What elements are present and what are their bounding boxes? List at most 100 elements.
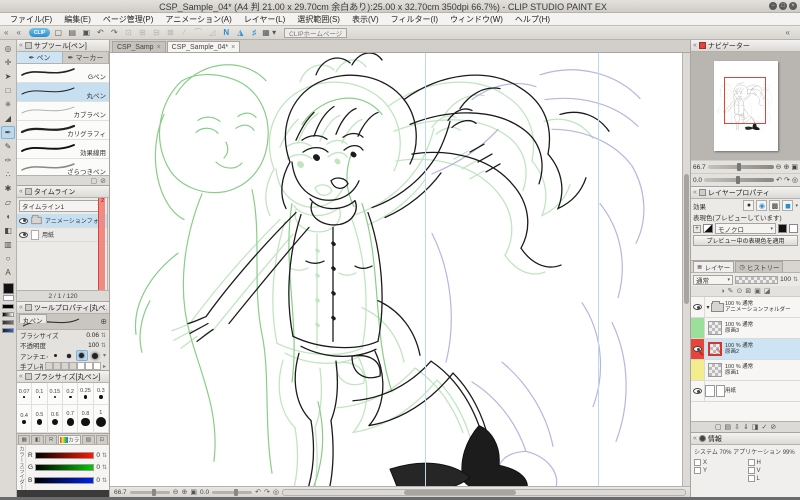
- antialias-option-0[interactable]: [50, 350, 62, 361]
- lock-layer-icon[interactable]: ⊠: [745, 287, 751, 295]
- rotation-slider[interactable]: [212, 491, 252, 494]
- menu-item-2[interactable]: ページ管理(P): [97, 14, 160, 25]
- fit-to-screen-icon[interactable]: ▣: [190, 488, 197, 496]
- navigator-view-frame[interactable]: [724, 77, 766, 124]
- zoom-percent-value[interactable]: 66.7: [114, 489, 127, 496]
- menu-item-0[interactable]: ファイル(F): [4, 14, 58, 25]
- onion-skin-icon[interactable]: ⊙: [737, 287, 743, 295]
- stabilization-slider[interactable]: [45, 362, 101, 370]
- layer-row-原画3[interactable]: 100 % 通常原画3: [691, 318, 800, 339]
- layer-opacity-slider[interactable]: [735, 276, 778, 284]
- navigator-rotation-slider[interactable]: [704, 178, 774, 182]
- minimize-button[interactable]: −: [769, 2, 777, 10]
- panel-collapse-icon[interactable]: «: [693, 42, 697, 49]
- color-mode-dropdown[interactable]: モノクロ ▾: [715, 223, 776, 234]
- panel-collapse-icon[interactable]: «: [19, 304, 23, 311]
- close-tab-icon[interactable]: ×: [157, 44, 161, 51]
- layers-tab-1[interactable]: ◷ヒストリー: [735, 261, 783, 272]
- navigator-rotate-cw-icon[interactable]: ↷: [784, 176, 790, 184]
- stabilization-segment[interactable]: [69, 362, 77, 370]
- maximize-button[interactable]: □: [779, 2, 787, 10]
- timeline-selector[interactable]: タイムライン1 ▼: [19, 200, 105, 212]
- timeline-row-1[interactable]: 用紙: [17, 228, 107, 242]
- delete-layer-icon[interactable]: ⊘: [770, 423, 776, 431]
- gradient-swatch-bw[interactable]: [2, 312, 14, 317]
- antialias-option-1[interactable]: [63, 350, 75, 361]
- open-file-button[interactable]: ▤: [66, 27, 78, 38]
- stabilization-segment[interactable]: [93, 362, 101, 370]
- layer-row-原画2[interactable]: ✎✎100 % 通常原画2: [691, 339, 800, 360]
- opacity-stepper[interactable]: ⇅: [101, 342, 106, 349]
- navigator-fit-icon[interactable]: ▣: [791, 163, 798, 171]
- transfer-layer-icon[interactable]: ⇩: [734, 423, 740, 431]
- apply-expression-color-button[interactable]: プレビュー中の表現色を適用: [693, 235, 798, 246]
- toolbar-section-collapse-icon[interactable]: «: [16, 28, 20, 37]
- stabilization-segment[interactable]: [85, 362, 93, 370]
- subtool-tab-1[interactable]: ✒マーカー: [63, 52, 109, 63]
- blend-mode-dropdown[interactable]: 通常 ▾: [693, 275, 733, 285]
- brush-size-stepper[interactable]: ⇅: [101, 332, 106, 339]
- rotate-ccw-icon[interactable]: ↶: [255, 488, 261, 496]
- horizontal-scrollbar[interactable]: [282, 489, 686, 496]
- gradient-tool[interactable]: ▥: [1, 238, 15, 251]
- menu-item-6[interactable]: 表示(V): [346, 14, 385, 25]
- layer-row-原画1[interactable]: 100 % 通常原画1: [691, 360, 800, 381]
- color-tab-4[interactable]: ▨: [82, 435, 94, 444]
- rotate-cw-icon[interactable]: ↷: [264, 488, 270, 496]
- operation-tool[interactable]: ➤: [1, 70, 15, 83]
- opacity-value[interactable]: 100: [88, 342, 99, 349]
- timeline-frame-area[interactable]: 1 2: [108, 198, 109, 290]
- navigator-zoom-slider[interactable]: [708, 165, 774, 169]
- sub-color-swatch[interactable]: [3, 295, 14, 301]
- zoom-out-icon[interactable]: ⊖: [173, 488, 179, 496]
- menu-item-7[interactable]: フィルター(I): [385, 14, 444, 25]
- layer-visibility-cell[interactable]: [691, 360, 705, 380]
- draft-layer-icon[interactable]: ✎: [728, 287, 734, 295]
- antialias-option-2[interactable]: [76, 350, 88, 361]
- brush-size-preset-0.6[interactable]: 0.6: [48, 405, 63, 433]
- color-tab-0[interactable]: ▦: [18, 435, 30, 444]
- brush-size-preset-0.8[interactable]: 0.8: [78, 405, 93, 433]
- toolbar-right-collapse-icon[interactable]: «: [786, 28, 790, 37]
- subtool-item-2[interactable]: カブラペン: [17, 102, 109, 121]
- navigator-zoom-value[interactable]: 66.7: [693, 164, 706, 171]
- delete-subtool-icon[interactable]: ⊘: [100, 177, 106, 185]
- layer-opacity-stepper[interactable]: ⇅: [793, 276, 798, 283]
- close-button[interactable]: ×: [789, 2, 797, 10]
- visibility-eye-icon[interactable]: [693, 388, 702, 394]
- navigator-zoom-out-icon[interactable]: ⊖: [776, 163, 782, 171]
- panel-collapse-icon[interactable]: «: [693, 189, 697, 196]
- brush-size-preset-0.25[interactable]: 0.25: [78, 383, 93, 405]
- zoom-slider[interactable]: [130, 491, 170, 494]
- stabilization-segment[interactable]: [61, 362, 69, 370]
- text-tool[interactable]: A: [1, 266, 15, 279]
- navigator-zoom-in-icon[interactable]: ⊕: [784, 163, 790, 171]
- document-tab-0[interactable]: CSP_Samp×: [112, 41, 166, 52]
- layer-mask-icon[interactable]: ◨: [752, 423, 759, 431]
- tone-effect-icon[interactable]: ◉: [756, 200, 767, 211]
- color-panel-scrollbar[interactable]: [17, 490, 109, 497]
- pencil-tool[interactable]: ✎: [1, 140, 15, 153]
- slider-value-R[interactable]: 0: [96, 452, 100, 459]
- layer-row-アニメーションフォルダー[interactable]: ▾100 % 通常アニメーションフォルダー: [691, 297, 800, 318]
- clip-studio-logo[interactable]: CLIP: [29, 28, 50, 37]
- fill-tool[interactable]: ◧: [1, 224, 15, 237]
- brush-size-preset-0.3[interactable]: 0.3: [94, 383, 109, 405]
- color-tab-3[interactable]: カラ: [58, 435, 81, 444]
- redo-button[interactable]: ↷: [108, 27, 120, 38]
- lock-transparent-icon[interactable]: ▣: [754, 287, 761, 295]
- color-tab-5[interactable]: ⊡: [96, 435, 108, 444]
- sub-expression-color-swatch[interactable]: [789, 224, 798, 233]
- panel-collapse-icon[interactable]: «: [19, 373, 23, 380]
- menu-item-4[interactable]: レイヤー(L): [238, 14, 292, 25]
- brush-size-preset-0.5[interactable]: 0.5: [32, 405, 47, 433]
- color-tab-1[interactable]: ◧: [31, 435, 43, 444]
- snap-ruler-button[interactable]: N: [220, 27, 232, 38]
- stabilization-segment[interactable]: [77, 362, 85, 370]
- panel-collapse-icon[interactable]: «: [693, 435, 697, 442]
- new-folder-icon[interactable]: ▤: [724, 423, 731, 431]
- gradient-swatch-blue[interactable]: [2, 328, 14, 333]
- decoration-tool[interactable]: ✱: [1, 182, 15, 195]
- visibility-eye-icon[interactable]: [19, 218, 28, 224]
- visibility-eye-icon[interactable]: [19, 232, 28, 238]
